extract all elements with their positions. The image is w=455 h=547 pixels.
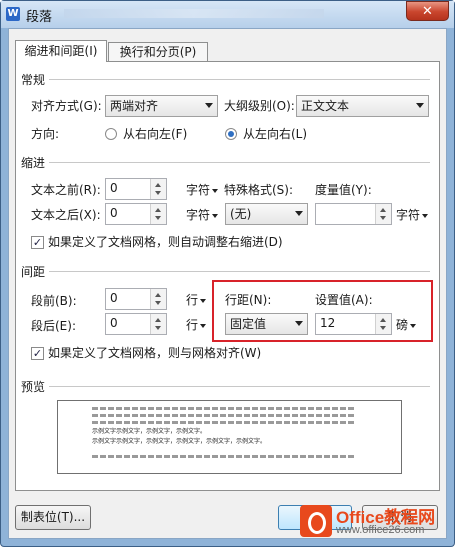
tabs-button[interactable]: 制表位(T)...	[15, 505, 91, 530]
indent-before-spinner[interactable]: 0	[105, 178, 167, 200]
preview-prev-paragraph	[92, 421, 354, 424]
caret-down-icon	[200, 298, 207, 303]
section-preview-heading: 预览	[21, 378, 50, 395]
window-title: 段落	[26, 10, 53, 25]
outline-level-select[interactable]: 正文文本	[296, 95, 429, 117]
space-after-spinner[interactable]: 0	[105, 313, 167, 335]
section-general-heading: 常规	[21, 71, 50, 88]
unit-text: 行	[186, 318, 199, 332]
highlight-box	[212, 280, 433, 342]
special-format-select[interactable]: (无)	[225, 203, 308, 225]
preview-next-paragraph	[92, 455, 354, 458]
space-after-value: 0	[110, 316, 118, 330]
ltr-label[interactable]: 从左向右(L)	[243, 126, 307, 142]
space-before-spinner[interactable]: 0	[105, 288, 167, 310]
section-indent-heading: 缩进	[21, 154, 50, 171]
space-before-unit[interactable]: 行	[186, 292, 207, 308]
close-button[interactable]: ✕	[406, 1, 449, 21]
caret-down-icon	[200, 323, 207, 328]
arrow-up-icon	[155, 293, 161, 297]
divider	[48, 162, 430, 163]
measure-spinner[interactable]	[315, 203, 392, 225]
chevron-down-icon	[295, 211, 303, 216]
alignment-value: 两端对齐	[110, 99, 159, 113]
preview-prev-paragraph	[92, 414, 354, 417]
space-after-unit[interactable]: 行	[186, 317, 207, 333]
rtl-label[interactable]: 从右向左(F)	[123, 126, 187, 142]
measure-label: 度量值(Y):	[315, 183, 372, 197]
spin-buttons[interactable]	[150, 314, 166, 334]
special-format-value: (无)	[230, 207, 252, 221]
spin-buttons[interactable]	[150, 204, 166, 224]
tab-line-page-breaks[interactable]: 换行和分页(P)	[108, 42, 208, 62]
arrow-up-icon	[380, 208, 386, 212]
wps-writer-icon: W	[6, 7, 20, 21]
preview-prev-paragraph	[92, 407, 354, 410]
office-logo-icon	[300, 505, 332, 537]
arrow-up-icon	[155, 183, 161, 187]
arrow-down-icon	[155, 191, 161, 195]
spin-buttons[interactable]	[150, 179, 166, 199]
watermark-url: www.office26.com	[336, 524, 425, 536]
divider	[48, 79, 430, 80]
alignment-label: 对齐方式(G):	[31, 99, 102, 113]
auto-adjust-label[interactable]: 如果定义了文档网格，则自动调整右缩进(D)	[48, 234, 283, 250]
indent-after-value: 0	[110, 206, 118, 220]
divider	[48, 271, 430, 272]
spin-buttons[interactable]	[150, 289, 166, 309]
chevron-down-icon	[205, 103, 213, 108]
indent-before-value: 0	[110, 181, 118, 195]
unit-text: 字符	[186, 183, 211, 197]
auto-adjust-checkbox[interactable]: ✓	[31, 236, 44, 249]
preview-sample-line: 示例文字示例文字，示例文字，示例文字。	[92, 428, 207, 435]
unit-text: 行	[186, 293, 199, 307]
arrow-down-icon	[155, 301, 161, 305]
arrow-down-icon	[155, 326, 161, 330]
rtl-radio[interactable]	[105, 128, 117, 140]
indent-after-unit[interactable]: 字符	[186, 207, 219, 223]
measure-unit[interactable]: 字符	[396, 207, 429, 223]
indent-before-label: 文本之前(R):	[31, 183, 101, 197]
arrow-up-icon	[155, 208, 161, 212]
space-before-label: 段前(B):	[31, 294, 77, 308]
caret-down-icon	[422, 213, 429, 218]
chevron-down-icon	[416, 103, 424, 108]
indent-after-label: 文本之后(X):	[31, 208, 101, 222]
spin-buttons[interactable]	[375, 204, 391, 224]
special-format-label: 特殊格式(S):	[224, 183, 294, 197]
arrow-down-icon	[155, 216, 161, 220]
tab-indent-spacing[interactable]: 缩进和间距(I)	[15, 40, 107, 62]
indent-after-spinner[interactable]: 0	[105, 203, 167, 225]
space-before-value: 0	[110, 291, 118, 305]
snap-grid-checkbox[interactable]: ✓	[31, 347, 44, 360]
outline-level-label: 大纲级别(O):	[224, 99, 295, 113]
divider	[48, 386, 430, 387]
direction-label: 方向:	[31, 127, 60, 141]
ltr-radio[interactable]	[225, 128, 237, 140]
section-spacing-heading: 间距	[21, 263, 50, 280]
snap-grid-label[interactable]: 如果定义了文档网格，则与网格对齐(W)	[48, 345, 261, 361]
space-after-label: 段后(E):	[31, 319, 76, 333]
caret-down-icon	[212, 213, 219, 218]
arrow-up-icon	[155, 318, 161, 322]
caret-down-icon	[212, 188, 219, 193]
outline-level-value: 正文文本	[301, 99, 350, 113]
unit-text: 字符	[186, 208, 211, 222]
indent-before-unit[interactable]: 字符	[186, 182, 219, 198]
preview-sample-line: 示例文字示例文字，示例文字，示例文字，示例文字，示例文字。	[92, 438, 267, 445]
preview-box: 示例文字示例文字，示例文字，示例文字。 示例文字示例文字，示例文字，示例文字，示…	[57, 400, 402, 474]
arrow-down-icon	[380, 216, 386, 220]
unit-text: 字符	[396, 208, 421, 222]
blurred-title-area	[64, 9, 324, 18]
alignment-select[interactable]: 两端对齐	[105, 95, 218, 117]
